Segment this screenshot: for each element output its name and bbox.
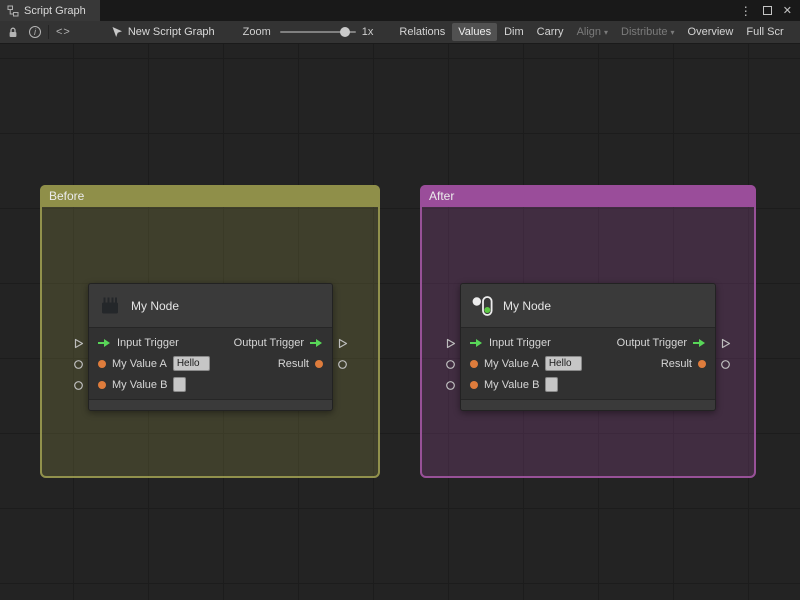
flow-socket-icon[interactable]	[445, 338, 456, 349]
maximize-icon[interactable]	[762, 6, 772, 15]
value-a-row: My Value A Result	[89, 353, 332, 374]
flow-arrow-icon[interactable]	[470, 338, 483, 348]
group-after-header[interactable]: After	[420, 185, 756, 207]
value-a-label: My Value A	[112, 357, 167, 370]
value-port-icon[interactable]	[315, 359, 323, 368]
value-b-label: My Value B	[484, 378, 540, 391]
info-icon[interactable]: i	[29, 26, 41, 38]
node-ports: Input Trigger Output Trigger My Value A …	[89, 328, 332, 399]
value-socket-icon[interactable]	[73, 359, 84, 370]
carry-button[interactable]: Carry	[531, 23, 570, 41]
trigger-row: Input Trigger Output Trigger	[89, 332, 332, 353]
node-title: My Node	[131, 298, 180, 313]
custom-node-icon	[472, 295, 493, 316]
code-icon[interactable]: <>	[56, 26, 71, 38]
flow-socket-icon[interactable]	[73, 338, 84, 349]
value-port-icon[interactable]	[98, 359, 106, 368]
value-socket-icon[interactable]	[445, 380, 456, 391]
flow-socket-icon[interactable]	[720, 338, 731, 349]
group-after-title: After	[429, 189, 455, 203]
value-port-icon[interactable]	[698, 359, 706, 368]
flow-arrow-icon[interactable]	[693, 338, 706, 348]
value-socket-icon[interactable]	[73, 380, 84, 391]
kebab-menu-icon[interactable]: ⋮	[740, 5, 752, 17]
value-socket-icon[interactable]	[720, 359, 731, 370]
window-controls: ⋮ ✕	[740, 0, 800, 21]
flow-arrow-icon[interactable]	[98, 338, 111, 348]
result-label: Result	[277, 357, 309, 370]
value-b-row: My Value B	[89, 374, 332, 395]
zoom-slider-knob[interactable]	[339, 27, 350, 37]
lock-icon[interactable]	[7, 26, 19, 39]
graph-toolbar: i <> New Script Graph Zoom 1x Relations …	[0, 21, 800, 44]
value-a-input[interactable]	[544, 356, 582, 371]
value-b-row: My Value B	[461, 374, 715, 395]
distribute-dropdown[interactable]: Distribute ▾	[615, 23, 680, 41]
value-a-row: My Value A Result	[461, 353, 715, 374]
flow-socket-icon[interactable]	[337, 338, 348, 349]
input-trigger-label: Input Trigger	[489, 336, 551, 349]
value-port-icon[interactable]	[470, 359, 478, 368]
value-port-icon[interactable]	[98, 380, 106, 389]
zoom-slider[interactable]	[279, 25, 356, 39]
zoom-label: Zoom	[242, 26, 271, 38]
flow-arrow-icon[interactable]	[310, 338, 323, 348]
tab-script-graph[interactable]: Script Graph	[0, 0, 100, 21]
output-trigger-label: Output Trigger	[616, 336, 687, 349]
default-node-icon	[102, 297, 118, 313]
dim-button[interactable]: Dim	[498, 23, 530, 41]
group-before-header[interactable]: Before	[40, 185, 380, 207]
align-dropdown[interactable]: Align ▾	[571, 23, 614, 41]
close-icon[interactable]: ✕	[783, 4, 792, 17]
script-graph-window: Script Graph ⋮ ✕ i <> New Script Graph Z…	[0, 0, 800, 600]
value-b-label: My Value B	[112, 378, 168, 391]
value-socket-icon[interactable]	[337, 359, 348, 370]
input-trigger-label: Input Trigger	[117, 336, 179, 349]
overview-button[interactable]: Overview	[682, 23, 740, 41]
value-a-input[interactable]	[172, 356, 210, 371]
values-button[interactable]: Values	[452, 23, 498, 41]
value-a-label: My Value A	[484, 357, 539, 370]
value-b-input[interactable]	[173, 377, 187, 392]
graph-name[interactable]: New Script Graph	[128, 26, 215, 38]
chevron-down-icon: ▾	[670, 28, 675, 37]
node-my-node-before[interactable]: My Node Input Trigger Output Trigger My …	[74, 283, 348, 411]
graph-canvas[interactable]: Before After My Node Input Trigger Outpu…	[0, 44, 800, 600]
tab-label: Script Graph	[24, 4, 86, 17]
zoom-value: 1x	[361, 26, 374, 38]
node-my-node-after[interactable]: My Node Input Trigger Output Trigger My …	[446, 283, 731, 411]
graph-icon	[7, 5, 19, 16]
output-trigger-label: Output Trigger	[233, 336, 304, 349]
chevron-down-icon: ▾	[604, 28, 609, 37]
node-footer	[461, 399, 715, 410]
value-socket-icon[interactable]	[445, 359, 456, 370]
pointer-icon	[111, 26, 123, 38]
toolbar-buttons: Relations Values Dim Carry Align ▾ Distri…	[393, 23, 789, 41]
node-ports: Input Trigger Output Trigger My Value A …	[461, 328, 715, 399]
tab-bar: Script Graph ⋮ ✕	[0, 0, 800, 21]
fullscreen-button[interactable]: Full Scr	[740, 23, 789, 41]
node-footer	[89, 399, 332, 410]
toolbar-separator	[48, 25, 49, 39]
node-title: My Node	[503, 298, 552, 313]
group-before-title: Before	[49, 189, 85, 203]
relations-button[interactable]: Relations	[393, 23, 451, 41]
value-b-input[interactable]	[545, 377, 559, 392]
node-header[interactable]: My Node	[89, 284, 332, 328]
node-header[interactable]: My Node	[461, 284, 715, 328]
trigger-row: Input Trigger Output Trigger	[461, 332, 715, 353]
value-port-icon[interactable]	[470, 380, 478, 389]
result-label: Result	[660, 357, 692, 370]
